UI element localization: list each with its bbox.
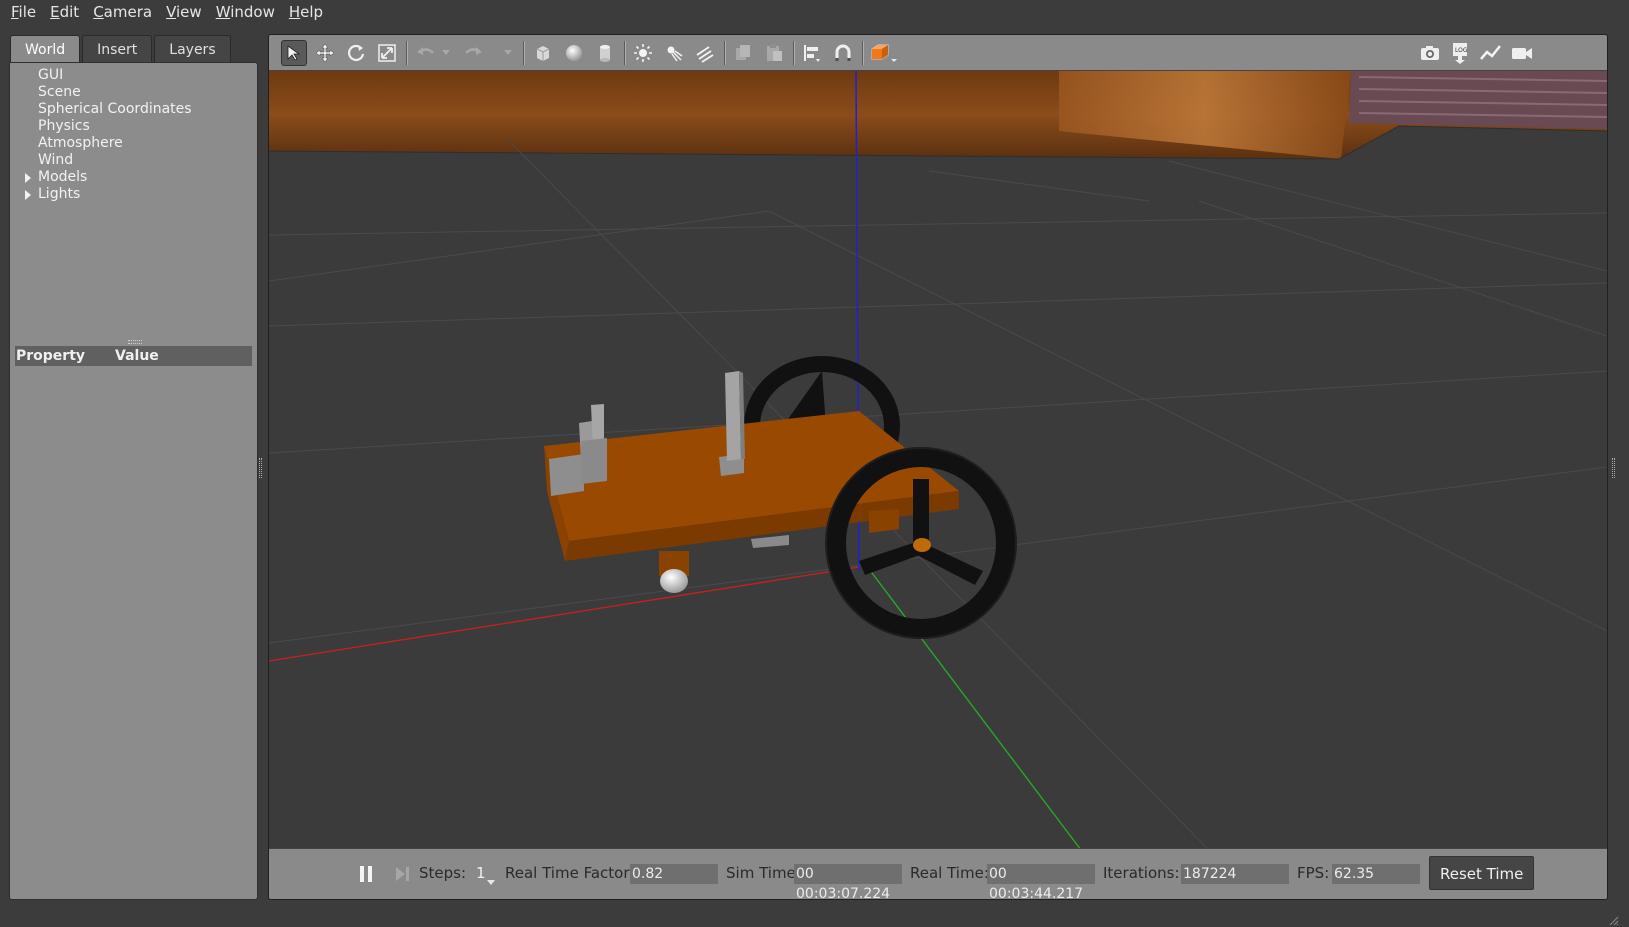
sphere-shape-icon[interactable] xyxy=(561,40,587,66)
svg-text:LOG: LOG xyxy=(1455,47,1468,54)
expand-arrow-icon[interactable] xyxy=(25,190,31,200)
left-splitter-handle[interactable] xyxy=(259,458,262,478)
menu-window-accel: W xyxy=(215,3,231,21)
expand-arrow-icon[interactable] xyxy=(25,173,31,183)
tab-layers[interactable]: Layers xyxy=(154,35,231,63)
render-view: LOG Steps: 1 Real Time Factor: 0.82 Sim … xyxy=(268,34,1608,900)
menu-window-label: indow xyxy=(230,3,275,21)
menu-help-accel: H xyxy=(288,3,301,21)
sim-time-label: Sim Time: xyxy=(726,864,801,882)
screenshot-icon[interactable] xyxy=(1417,40,1443,66)
menu-view[interactable]: View xyxy=(159,0,209,24)
robot-caster-ball[interactable] xyxy=(660,569,688,593)
log-icon[interactable]: LOG xyxy=(1447,40,1473,66)
value-column-header: Value xyxy=(115,348,159,364)
menu-camera-accel: C xyxy=(93,3,104,21)
menu-file-accel: F xyxy=(11,3,19,21)
view-angle-icon[interactable] xyxy=(868,40,900,66)
steps-spinner[interactable]: 1 xyxy=(476,864,486,882)
3d-scene-viewport[interactable] xyxy=(269,70,1607,851)
paste-icon[interactable] xyxy=(761,40,787,66)
pause-icon[interactable] xyxy=(353,861,379,887)
iterations-value: 187224 xyxy=(1181,864,1289,884)
menu-edit[interactable]: Edit xyxy=(43,0,86,24)
tree-item-models[interactable]: Models xyxy=(10,169,257,186)
plot-icon[interactable] xyxy=(1478,40,1504,66)
left-tab-bar: World Insert Layers xyxy=(10,35,233,63)
fps-value: 62.35 xyxy=(1332,864,1420,884)
snap-magnet-icon[interactable] xyxy=(830,40,856,66)
spot-light-icon[interactable] xyxy=(661,40,687,66)
tree-item-physics[interactable]: Physics xyxy=(10,118,257,135)
toolbar-separator xyxy=(523,41,525,65)
world-panel: GUI Scene Spherical Coordinates Physics … xyxy=(9,62,258,900)
menu-help-label: elp xyxy=(300,3,324,21)
menu-camera[interactable]: Camera xyxy=(86,0,159,24)
window-resize-grip[interactable] xyxy=(1609,911,1619,926)
step-forward-icon[interactable] xyxy=(389,861,415,887)
tab-world[interactable]: World xyxy=(10,35,81,63)
align-icon[interactable] xyxy=(799,40,825,66)
toolbar-separator xyxy=(862,41,864,65)
menu-camera-label: amera xyxy=(103,3,153,21)
menu-window[interactable]: Window xyxy=(209,0,282,24)
redo-icon[interactable] xyxy=(461,40,487,66)
menu-edit-accel: E xyxy=(50,3,60,21)
world-tree: GUI Scene Spherical Coordinates Physics … xyxy=(10,67,257,203)
right-splitter-handle[interactable] xyxy=(1612,458,1615,478)
tree-item-wind[interactable]: Wind xyxy=(10,152,257,169)
menu-help[interactable]: Help xyxy=(282,0,330,24)
directional-light-icon[interactable] xyxy=(692,40,718,66)
fps-label: FPS: xyxy=(1297,864,1330,882)
menu-file-label: ile xyxy=(18,3,37,21)
rotate-icon[interactable] xyxy=(343,40,369,66)
tree-item-atmosphere[interactable]: Atmosphere xyxy=(10,135,257,152)
iterations-label: Iterations: xyxy=(1103,864,1180,882)
tree-item-spherical-coordinates[interactable]: Spherical Coordinates xyxy=(10,101,257,118)
steps-label: Steps: xyxy=(419,864,467,882)
toolbar-separator xyxy=(624,41,626,65)
menu-file[interactable]: File xyxy=(4,0,43,24)
tree-item-models-label: Models xyxy=(38,169,88,185)
tree-item-lights-label: Lights xyxy=(38,186,81,202)
record-video-icon[interactable] xyxy=(1509,40,1535,66)
tree-item-lights[interactable]: Lights xyxy=(10,186,257,203)
translate-icon[interactable] xyxy=(312,40,338,66)
cylinder-shape-icon[interactable] xyxy=(592,40,618,66)
menu-bar: File Edit Camera View Window Help xyxy=(0,0,1629,24)
gazebo-window: File Edit Camera View Window Help World … xyxy=(0,0,1629,927)
scale-icon[interactable] xyxy=(374,40,400,66)
menu-view-accel: V xyxy=(166,3,177,21)
toolbar-separator xyxy=(724,41,726,65)
redo-history-dropdown-icon[interactable] xyxy=(501,40,515,66)
tree-item-gui[interactable]: GUI xyxy=(10,67,257,84)
property-table-header: Property Value xyxy=(15,346,252,366)
tree-item-scene[interactable]: Scene xyxy=(10,84,257,101)
real-time-factor-value: 0.82 xyxy=(630,864,718,884)
real-time-factor-label: Real Time Factor: xyxy=(505,864,635,882)
sim-time-value: 00 00:03:07.224 xyxy=(794,864,902,899)
undo-history-dropdown-icon[interactable] xyxy=(439,40,453,66)
copy-icon[interactable] xyxy=(730,40,756,66)
real-time-label: Real Time: xyxy=(910,864,989,882)
simulation-status-bar: Steps: 1 Real Time Factor: 0.82 Sim Time… xyxy=(269,848,1607,899)
point-light-icon[interactable] xyxy=(630,40,656,66)
menu-edit-label: dit xyxy=(59,3,80,21)
toolbar-separator xyxy=(793,41,795,65)
box-shape-icon[interactable] xyxy=(530,40,556,66)
reset-time-button[interactable]: Reset Time xyxy=(1429,856,1535,890)
property-column-header: Property xyxy=(16,348,86,364)
tab-insert[interactable]: Insert xyxy=(82,35,153,63)
toolbar-separator xyxy=(406,41,408,65)
panel-splitter-handle[interactable] xyxy=(128,340,142,344)
undo-icon[interactable] xyxy=(412,40,438,66)
steps-dropdown-icon[interactable] xyxy=(487,871,495,890)
render-toolbar: LOG xyxy=(269,35,1607,71)
real-time-value: 00 00:03:44.217 xyxy=(987,864,1095,899)
select-arrow-icon[interactable] xyxy=(281,40,307,66)
menu-view-label: iew xyxy=(176,3,202,21)
